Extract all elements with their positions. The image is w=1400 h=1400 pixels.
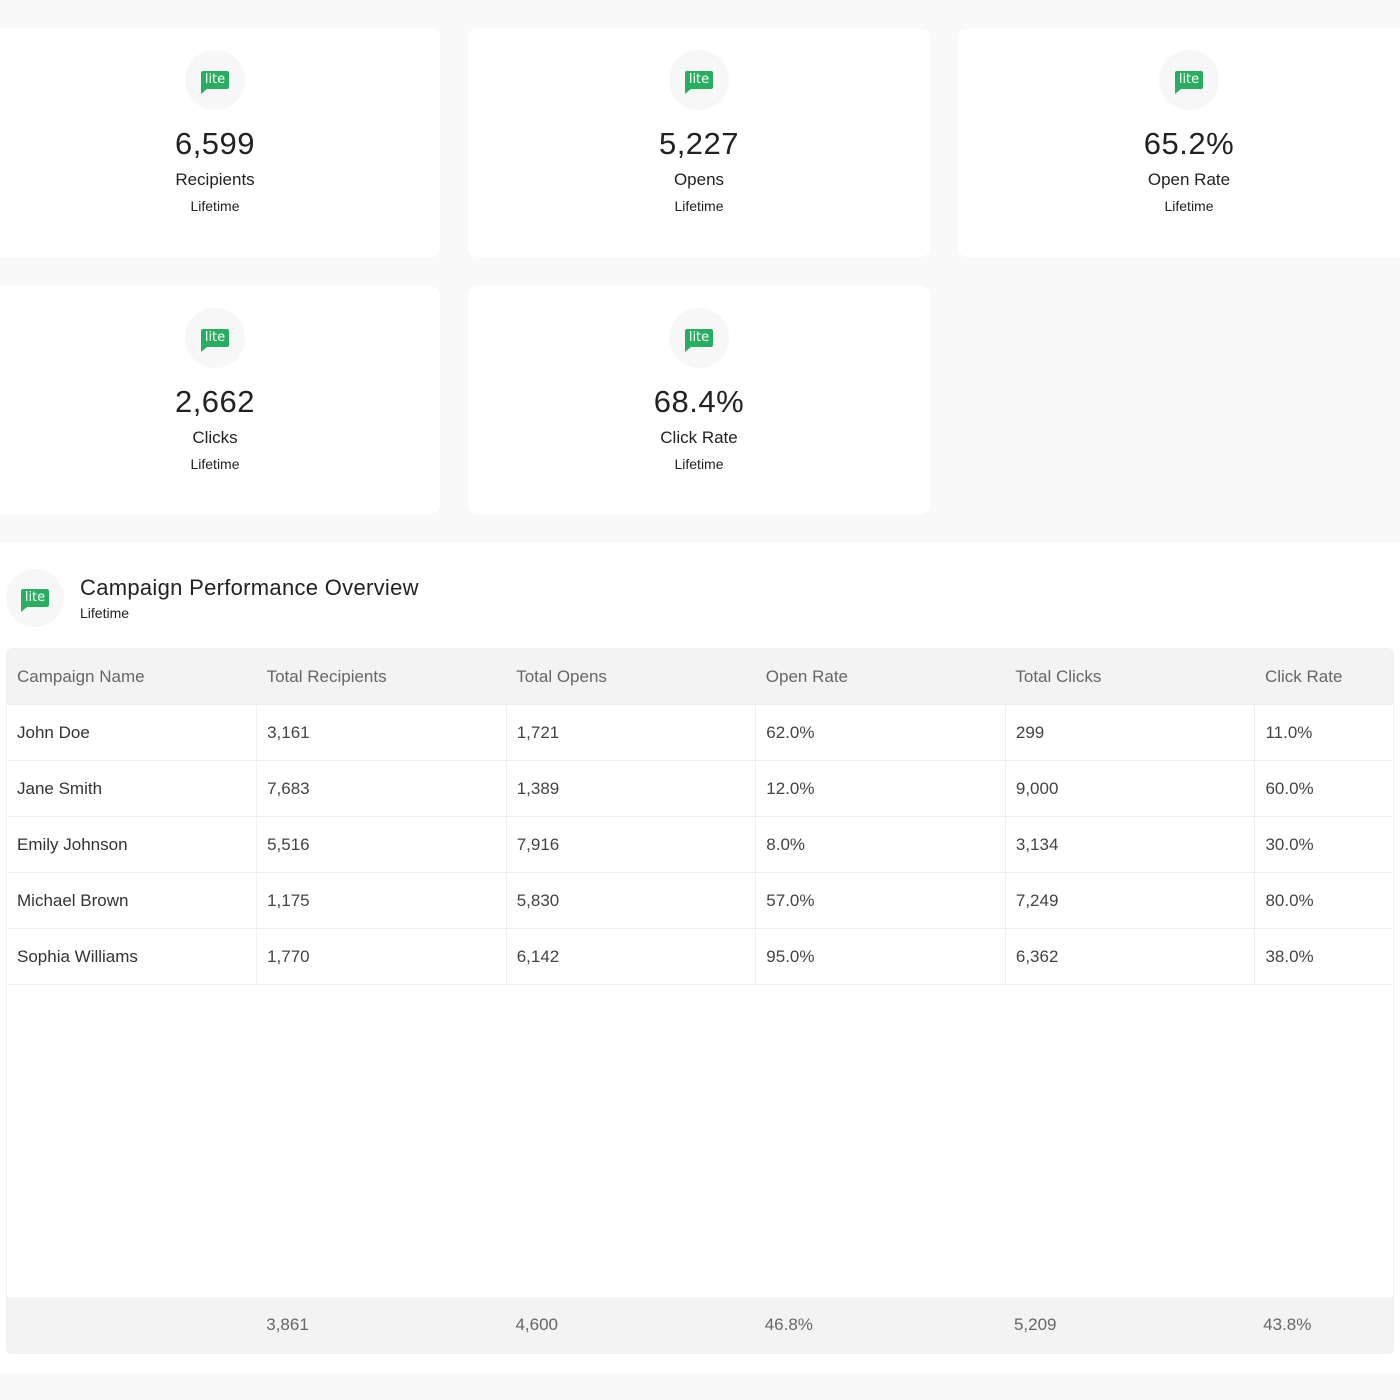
stat-value: 5,227	[658, 126, 740, 161]
table-cell: 1,175	[256, 872, 507, 929]
campaign-overview-section: lite Campaign Performance Overview Lifet…	[0, 543, 1400, 1373]
stat-period: Lifetime	[1164, 198, 1214, 214]
table-cell: 7,683	[256, 760, 507, 817]
logo-icon: lite	[185, 50, 245, 110]
stat-card-clicks: lite 2,662 Clicks Lifetime	[0, 286, 440, 514]
table-cell: Jane Smith	[7, 760, 257, 817]
table-cell: 7,249	[1004, 872, 1255, 929]
table-cell: 62.0%	[755, 704, 1006, 761]
column-header[interactable]: Total Clicks	[1005, 649, 1255, 705]
table-cell: 1,770	[256, 928, 507, 985]
table-cell: 6,142	[505, 928, 756, 985]
table-cell: 11.0%	[1254, 704, 1393, 761]
stat-value: 65.2%	[1143, 126, 1235, 161]
table-cell: 299	[1004, 704, 1255, 761]
table-cell: 1,721	[505, 704, 756, 761]
stat-period: Lifetime	[674, 456, 724, 472]
campaign-table: Campaign Name Total Recipients Total Ope…	[6, 648, 1394, 1354]
section-subtitle: Lifetime	[80, 605, 130, 621]
column-header[interactable]: Total Opens	[506, 649, 756, 705]
stat-card-recipients: lite 6,599 Recipients Lifetime	[0, 28, 440, 257]
section-header: lite Campaign Performance Overview Lifet…	[6, 567, 419, 629]
table-cell: 5,830	[505, 872, 756, 929]
table-cell: 5,516	[256, 816, 507, 873]
table-cell: 12.0%	[755, 760, 1006, 817]
table-cell: 60.0%	[1254, 760, 1393, 817]
lite-logo-icon: lite	[200, 71, 230, 94]
table-header-row: Campaign Name Total Recipients Total Ope…	[7, 649, 1393, 705]
table-cell: Sophia Williams	[7, 928, 257, 985]
stat-value: 68.4%	[653, 384, 745, 419]
totals-cell: 43.8%	[1263, 1315, 1312, 1334]
table-cell: 80.0%	[1254, 872, 1393, 929]
stat-label: Open Rate	[1147, 170, 1231, 189]
table-row[interactable]: Michael Brown 1,175 5,830 57.0% 7,249 80…	[7, 872, 1393, 929]
totals-cell: 3,861	[266, 1315, 309, 1334]
stat-card-click-rate: lite 68.4% Click Rate Lifetime	[468, 286, 930, 514]
table-cell: Emily Johnson	[7, 816, 257, 873]
lite-logo-icon: lite	[1174, 71, 1204, 94]
table-cell: 57.0%	[755, 872, 1006, 929]
logo-icon: lite	[6, 569, 64, 627]
column-header[interactable]: Total Recipients	[256, 649, 507, 705]
table-row[interactable]: Sophia Williams 1,770 6,142 95.0% 6,362 …	[7, 928, 1393, 985]
table-row[interactable]: Jane Smith 7,683 1,389 12.0% 9,000 60.0%	[7, 760, 1393, 817]
table-cell: 9,000	[1004, 760, 1255, 817]
totals-cell: 5,209	[1013, 1315, 1057, 1334]
table-cell: 8.0%	[755, 816, 1006, 873]
stat-period: Lifetime	[674, 198, 724, 214]
table-cell: 3,161	[256, 704, 507, 761]
table-cell: 38.0%	[1254, 928, 1393, 985]
totals-cell	[7, 1297, 256, 1353]
table-cell: Michael Brown	[7, 872, 257, 929]
stat-value: 6,599	[174, 126, 256, 161]
stat-label: Opens	[673, 170, 725, 189]
stat-label: Clicks	[192, 428, 238, 447]
column-header[interactable]: Open Rate	[755, 649, 1006, 705]
table-cell: 95.0%	[755, 928, 1006, 985]
column-header[interactable]: Campaign Name	[7, 649, 257, 705]
stat-period: Lifetime	[190, 456, 240, 472]
totals-cell: 4,600	[515, 1315, 559, 1334]
table-cell: 30.0%	[1254, 816, 1393, 873]
table-cell: 7,916	[505, 816, 756, 873]
lite-logo-icon: lite	[684, 329, 714, 352]
stat-label: Recipients	[175, 170, 255, 189]
logo-icon: lite	[185, 308, 245, 368]
stat-card-opens: lite 5,227 Opens Lifetime	[468, 28, 930, 257]
lite-logo-icon: lite	[200, 329, 230, 352]
section-title: Campaign Performance Overview	[80, 575, 419, 600]
stat-value: 2,662	[174, 384, 256, 419]
column-header[interactable]: Click Rate	[1254, 649, 1393, 705]
logo-icon: lite	[1159, 50, 1219, 110]
table-cell: John Doe	[7, 704, 257, 761]
stat-period: Lifetime	[190, 198, 240, 214]
lite-logo-icon: lite	[20, 589, 50, 612]
stat-label: Click Rate	[660, 428, 738, 447]
table-cell: 1,389	[505, 760, 756, 817]
table-row[interactable]: Emily Johnson 5,516 7,916 8.0% 3,134 30.…	[7, 816, 1393, 873]
logo-icon: lite	[669, 50, 729, 110]
totals-cell: 46.8%	[764, 1315, 813, 1334]
lite-logo-icon: lite	[684, 71, 714, 94]
table-cell: 6,362	[1004, 928, 1255, 985]
table-row[interactable]: John Doe 3,161 1,721 62.0% 299 11.0%	[7, 704, 1393, 761]
table-cell: 3,134	[1004, 816, 1255, 873]
table-totals-row: 3,861 4,600 46.8% 5,209 43.8%	[7, 1297, 1393, 1353]
stat-card-open-rate: lite 65.2% Open Rate Lifetime	[958, 28, 1400, 257]
logo-icon: lite	[669, 308, 729, 368]
